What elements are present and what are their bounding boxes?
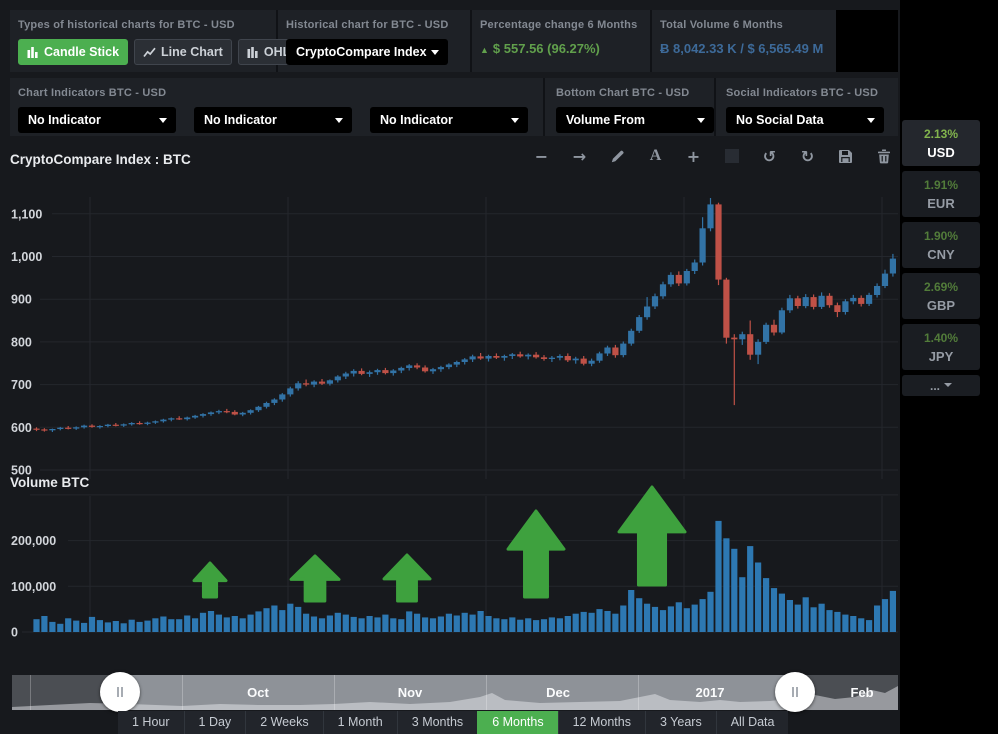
volume-chart-title: Volume BTC (10, 475, 89, 490)
currency-tab-cny[interactable]: 1.90% CNY (902, 222, 980, 268)
navigator-divider (30, 675, 31, 710)
svg-text:1,000: 1,000 (11, 250, 42, 264)
currency-tab-eur[interactable]: 1.91% EUR (902, 171, 980, 217)
currency-pct: 1.90% (902, 229, 980, 243)
range-button-2-weeks[interactable]: 2 Weeks (245, 711, 322, 734)
svg-text:0: 0 (11, 626, 18, 640)
more-currencies-button[interactable]: ... (902, 375, 980, 396)
undo-icon[interactable]: ↺ (761, 147, 778, 165)
currency-pct: 1.40% (902, 331, 980, 345)
arrow-right-icon[interactable]: → (571, 147, 588, 165)
range-button-1-day[interactable]: 1 Day (184, 711, 246, 734)
svg-text:200,000: 200,000 (11, 534, 56, 548)
drag-handle-icon (117, 687, 123, 697)
navigator-handle-right[interactable] (775, 672, 815, 712)
range-button-3-months[interactable]: 3 Months (397, 711, 477, 734)
trash-icon[interactable] (875, 147, 892, 165)
currency-tab-jpy[interactable]: 1.40% JPY (902, 324, 980, 370)
currency-pct: 2.13% (902, 127, 980, 141)
navigator-divider (182, 675, 183, 710)
navigator-handle-left[interactable] (100, 672, 140, 712)
svg-text:700: 700 (11, 378, 32, 392)
currency-pct: 1.91% (902, 178, 980, 192)
navigator[interactable]: SOctNovDec2017Feb (12, 675, 898, 710)
text-icon[interactable]: A (647, 147, 664, 165)
navigator-month-label: Nov (398, 685, 423, 700)
currency-tab-gbp[interactable]: 2.69% GBP (902, 273, 980, 319)
svg-text:800: 800 (11, 335, 32, 349)
chart-toolbar: − → A + ↺ ↻ (533, 147, 892, 165)
navigator-silhouette (12, 675, 898, 710)
plus-icon[interactable]: + (685, 147, 702, 165)
svg-text:100,000: 100,000 (11, 580, 56, 594)
svg-text:1,100: 1,100 (11, 207, 42, 221)
navigator-month-label: Feb (850, 685, 873, 700)
navigator-divider (486, 675, 487, 710)
svg-text:600: 600 (11, 421, 32, 435)
currency-code: CNY (902, 247, 980, 262)
currency-code: GBP (902, 298, 980, 313)
app-root: 5006007008009001,0001,1000100,000200,000… (0, 0, 998, 734)
navigator-divider (334, 675, 335, 710)
range-button-all-data[interactable]: All Data (716, 711, 789, 734)
navigator-month-label: 2017 (696, 685, 725, 700)
more-label: ... (930, 379, 940, 393)
currency-code: JPY (902, 349, 980, 364)
save-icon[interactable] (837, 147, 854, 165)
square-icon[interactable] (723, 147, 740, 165)
navigator-month-label: Dec (546, 685, 570, 700)
pencil-icon[interactable] (609, 147, 626, 165)
redo-icon[interactable]: ↻ (799, 147, 816, 165)
range-button-1-hour[interactable]: 1 Hour (118, 711, 184, 734)
price-chart-title: CryptoCompare Index : BTC (10, 152, 191, 167)
chevron-down-icon (944, 383, 952, 391)
drag-handle-icon (792, 687, 798, 697)
range-button-6-months[interactable]: 6 Months (477, 711, 557, 734)
currency-panel: 2.13% USD 1.91% EUR 1.90% CNY 2.69% GBP 1.40% JPY (902, 120, 998, 370)
currency-code: USD (902, 145, 980, 160)
currency-tab-usd[interactable]: 2.13% USD (902, 120, 980, 166)
range-button-12-months[interactable]: 12 Months (558, 711, 645, 734)
minus-icon[interactable]: − (533, 147, 550, 165)
range-button-1-month[interactable]: 1 Month (323, 711, 397, 734)
currency-pct: 2.69% (902, 280, 980, 294)
price-chart-canvas[interactable]: 5006007008009001,0001,1000100,000200,000 (0, 0, 900, 734)
currency-code: EUR (902, 196, 980, 211)
main-column: 5006007008009001,0001,1000100,000200,000… (0, 0, 900, 734)
range-button-3-years[interactable]: 3 Years (645, 711, 716, 734)
right-strip: 2.13% USD 1.91% EUR 1.90% CNY 2.69% GBP 1.40% JPY… (900, 0, 998, 734)
svg-text:900: 900 (11, 293, 32, 307)
navigator-divider (638, 675, 639, 710)
navigator-month-label: Oct (247, 685, 269, 700)
range-buttons: 1 Hour1 Day2 Weeks1 Month3 Months6 Month… (118, 711, 788, 734)
